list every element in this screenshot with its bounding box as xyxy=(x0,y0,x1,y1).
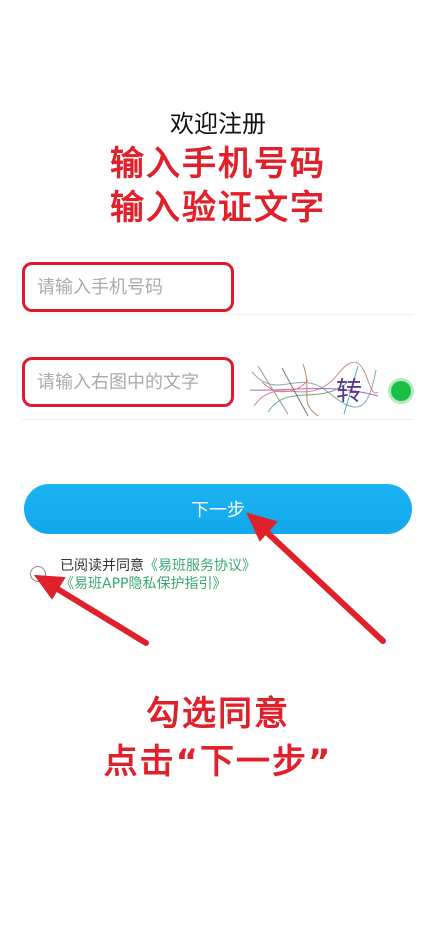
divider xyxy=(22,419,414,420)
next-button[interactable]: 下一步 xyxy=(24,484,412,534)
agreement-text: 已阅读并同意《易班服务协议》《易班APP隐私保护指引》 xyxy=(60,557,410,593)
page-title: 欢迎注册 xyxy=(170,110,266,138)
annotation-click-next: 点击“下一步” xyxy=(103,742,333,782)
agree-radio[interactable] xyxy=(30,566,46,582)
annotation-enter-captcha: 输入验证文字 xyxy=(110,188,326,228)
phone-field-highlight xyxy=(22,262,234,312)
captcha-input[interactable] xyxy=(25,360,231,404)
captcha-field-highlight xyxy=(22,357,234,407)
captcha-char: 转 xyxy=(336,377,362,407)
service-agreement-link[interactable]: 《易班服务协议》 xyxy=(144,558,256,574)
annotation-check-agree: 勾选同意 xyxy=(146,694,290,734)
privacy-guide-link[interactable]: 《易班APP隐私保护指引》 xyxy=(60,576,226,592)
captcha-image[interactable]: 转 xyxy=(248,361,380,418)
refresh-captcha-icon[interactable] xyxy=(391,381,411,401)
annotation-enter-phone: 输入手机号码 xyxy=(110,144,326,184)
phone-input[interactable] xyxy=(25,265,231,309)
agreement-prefix: 已阅读并同意 xyxy=(60,558,144,574)
divider xyxy=(22,314,414,315)
